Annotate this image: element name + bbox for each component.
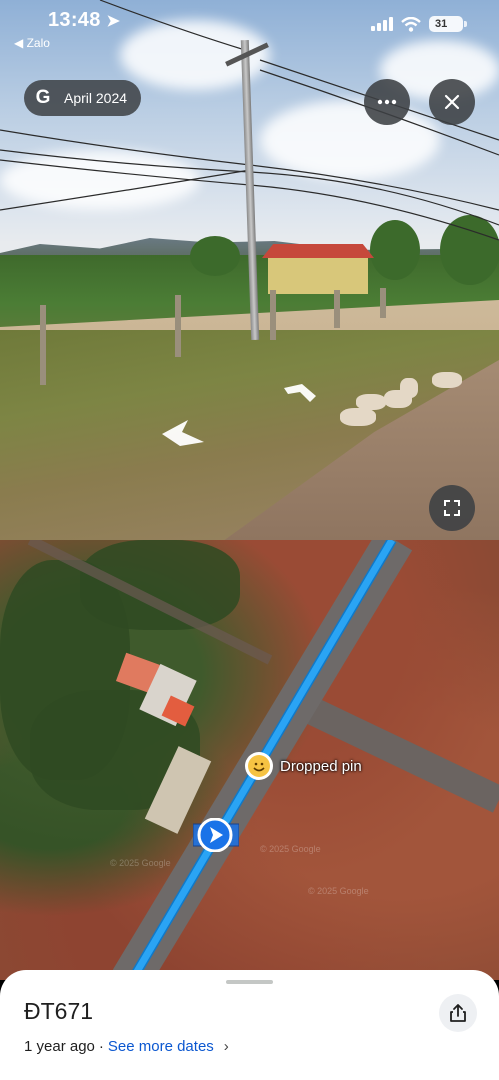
more-horizontal-icon <box>377 99 397 105</box>
map-watermark: © 2025 Google <box>110 858 171 868</box>
nav-arrow-left[interactable] <box>160 418 206 450</box>
battery-indicator: 31 <box>429 16 467 32</box>
location-arrow-icon: ➤ <box>106 13 121 30</box>
cellular-signal-icon <box>371 17 393 31</box>
imagery-date-button[interactable]: G April 2024 <box>24 80 142 116</box>
road-title: ĐT671 <box>24 998 94 1024</box>
status-icons: 31 <box>371 16 467 32</box>
more-options-button[interactable] <box>364 79 410 125</box>
sack <box>400 378 418 398</box>
street-view-location-marker[interactable] <box>193 818 239 852</box>
sack <box>340 408 376 426</box>
meta-separator: · <box>98 1038 104 1055</box>
satellite-map[interactable]: © 2025 Google © 2025 Google © 2025 Googl… <box>0 540 499 980</box>
google-g-icon: G <box>35 87 51 108</box>
imagery-age: 1 year ago <box>24 1038 95 1055</box>
back-to-app-link[interactable]: ◀ Zalo <box>14 36 50 50</box>
map-watermark: © 2025 Google <box>308 886 369 896</box>
street-view-panorama[interactable]: 13:48 ➤ ◀ Zalo 31 G April 2024 <box>0 0 499 540</box>
sheet-drag-handle[interactable] <box>226 980 273 984</box>
see-more-dates-link[interactable]: See more dates <box>108 1038 214 1055</box>
place-bottom-sheet[interactable]: ĐT671 1 year ago · See more dates › <box>0 970 499 1080</box>
dropped-pin-marker[interactable] <box>245 752 273 780</box>
imagery-date-label: April 2024 <box>64 90 128 106</box>
status-time-text: 13:48 <box>48 9 101 31</box>
sack <box>432 372 462 388</box>
share-button[interactable] <box>439 994 477 1032</box>
status-bar: 13:48 ➤ ◀ Zalo 31 <box>0 0 499 56</box>
close-icon <box>444 94 460 110</box>
imagery-meta-row: 1 year ago · See more dates › <box>24 1038 229 1055</box>
nav-arrow-forward[interactable] <box>282 382 318 404</box>
fence-post <box>40 305 46 385</box>
dropped-pin-label[interactable]: Dropped pin <box>280 758 362 775</box>
wifi-icon <box>401 16 421 32</box>
smiley-pin-icon <box>248 755 270 777</box>
battery-level: 31 <box>435 18 448 30</box>
map-watermark: © 2025 Google <box>260 844 321 854</box>
close-button[interactable] <box>429 79 475 125</box>
chevron-right-icon[interactable]: › <box>224 1038 229 1055</box>
share-icon <box>450 1004 466 1022</box>
fence-post <box>175 295 181 357</box>
expand-icon <box>444 500 460 516</box>
expand-button[interactable] <box>429 485 475 531</box>
sack <box>356 394 386 410</box>
status-time: 13:48 ➤ <box>48 9 120 32</box>
